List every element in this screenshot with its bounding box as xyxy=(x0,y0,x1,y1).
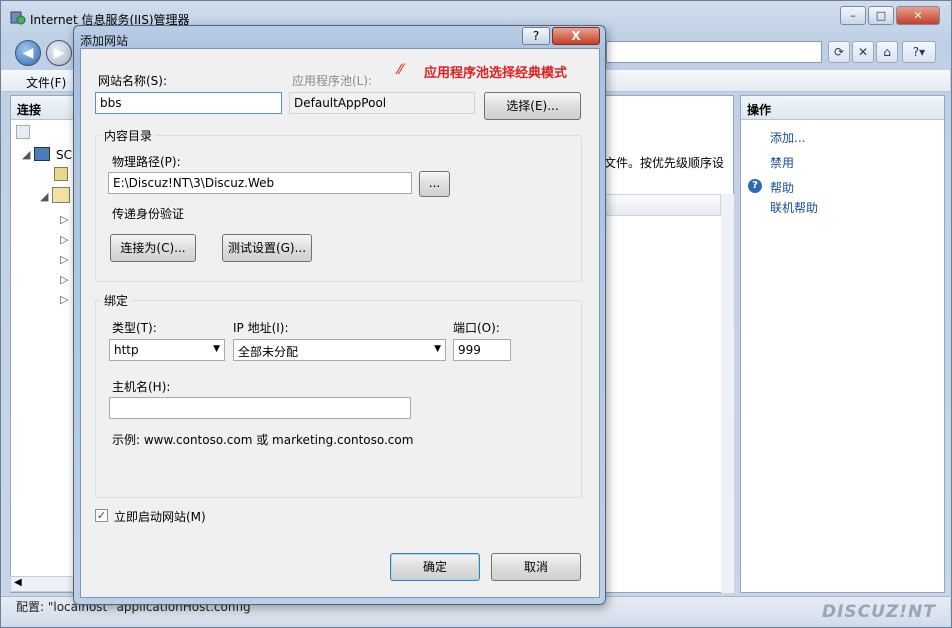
pass-through-label: 传递身份验证 xyxy=(112,207,185,221)
dropdown-arrow-icon: ▼ xyxy=(434,344,441,354)
maximize-button[interactable]: □ xyxy=(868,6,894,25)
connections-toolbar-icon[interactable] xyxy=(16,125,30,139)
discuz-watermark: DISCUZ!NT xyxy=(822,602,936,622)
ip-address-select[interactable]: 全部未分配 ▼ xyxy=(233,339,446,361)
menu-file[interactable]: 文件(F) xyxy=(26,74,66,91)
annotation-note: 应用程序池选择经典模式 xyxy=(424,66,568,81)
start-now-label[interactable]: 立即启动网站(M) xyxy=(114,508,206,525)
app-pool-label: 应用程序池(L): xyxy=(292,74,373,88)
address-bar[interactable] xyxy=(606,41,822,63)
dropdown-arrow-icon: ▼ xyxy=(213,344,220,354)
type-value: http xyxy=(114,343,139,357)
type-select[interactable]: http ▼ xyxy=(109,339,225,361)
ip-address-value: 全部未分配 xyxy=(238,345,299,359)
physical-path-input[interactable]: E:\Discuz!NT\3\Discuz.Web xyxy=(108,172,412,194)
home-icon[interactable]: ⌂ xyxy=(876,41,898,63)
tree-expand-icon[interactable]: ◢ xyxy=(22,148,30,161)
forward-button[interactable]: ▶ xyxy=(46,40,72,66)
dialog-close-button[interactable]: X xyxy=(552,27,600,45)
port-label: 端口(O): xyxy=(453,321,500,335)
port-input[interactable]: 999 xyxy=(453,339,511,361)
tree-root-label[interactable]: SC xyxy=(56,148,72,162)
connections-header: 连接 xyxy=(11,96,77,120)
content-description: 文件。按优先级顺序设 xyxy=(604,156,725,170)
back-button[interactable]: ◀ xyxy=(15,40,41,66)
hostname-label: 主机名(H): xyxy=(112,380,171,394)
action-add[interactable]: 添加... xyxy=(770,129,805,146)
server-icon xyxy=(34,147,50,161)
site-name-input[interactable]: bbs xyxy=(95,92,282,114)
app-pool-field: DefaultAppPool xyxy=(289,92,475,114)
dialog-title: 添加网站 xyxy=(80,34,129,48)
tree-expand-icon[interactable]: ◢ xyxy=(40,190,48,203)
tree-children: ▷ ▷ ▷ ▷ ▷ xyxy=(60,213,69,306)
vertical-scrollbar[interactable] xyxy=(721,194,734,593)
scroll-left-icon[interactable]: ◀ xyxy=(14,577,22,588)
cancel-button[interactable]: 取消 xyxy=(491,553,581,581)
refresh-icon[interactable]: ⟳ xyxy=(828,41,850,63)
site-name-label: 网站名称(S): xyxy=(98,74,168,88)
hostname-input[interactable] xyxy=(109,397,411,419)
test-settings-button[interactable]: 测试设置(G)... xyxy=(222,234,312,262)
ok-button[interactable]: 确定 xyxy=(390,553,480,581)
app-pools-icon xyxy=(54,167,68,181)
ip-address-label: IP 地址(I): xyxy=(233,321,289,335)
action-online-help[interactable]: 联机帮助 xyxy=(770,199,818,216)
binding-title: 绑定 xyxy=(101,292,132,309)
stop-icon[interactable]: ✕ xyxy=(852,41,874,63)
help-menu-icon[interactable]: ?▾ xyxy=(902,41,936,63)
help-icon: ? xyxy=(748,179,762,193)
minimize-button[interactable]: – xyxy=(840,6,866,25)
select-app-pool-button[interactable]: 选择(E)... xyxy=(484,92,581,120)
content-directory-title: 内容目录 xyxy=(101,127,156,144)
action-help[interactable]: 帮助 xyxy=(770,179,794,196)
hostname-example: 示例: www.contoso.com 或 marketing.contoso.… xyxy=(112,433,414,447)
connect-as-button[interactable]: 连接为(C)... xyxy=(110,234,196,262)
physical-path-label: 物理路径(P): xyxy=(112,155,181,169)
dialog-help-button[interactable]: ? xyxy=(522,27,550,45)
type-label: 类型(T): xyxy=(112,321,157,335)
main-close-button[interactable]: ✕ xyxy=(896,6,940,25)
annotation-marker: ⁄⁄ xyxy=(398,62,403,78)
action-disable[interactable]: 禁用 xyxy=(770,154,794,171)
actions-header: 操作 xyxy=(741,96,944,120)
list-header xyxy=(600,194,721,216)
start-now-checkbox[interactable]: ✓ xyxy=(95,509,108,522)
browse-button[interactable]: ... xyxy=(419,171,450,197)
sites-folder-icon xyxy=(52,187,70,203)
iis-app-icon xyxy=(10,10,26,26)
